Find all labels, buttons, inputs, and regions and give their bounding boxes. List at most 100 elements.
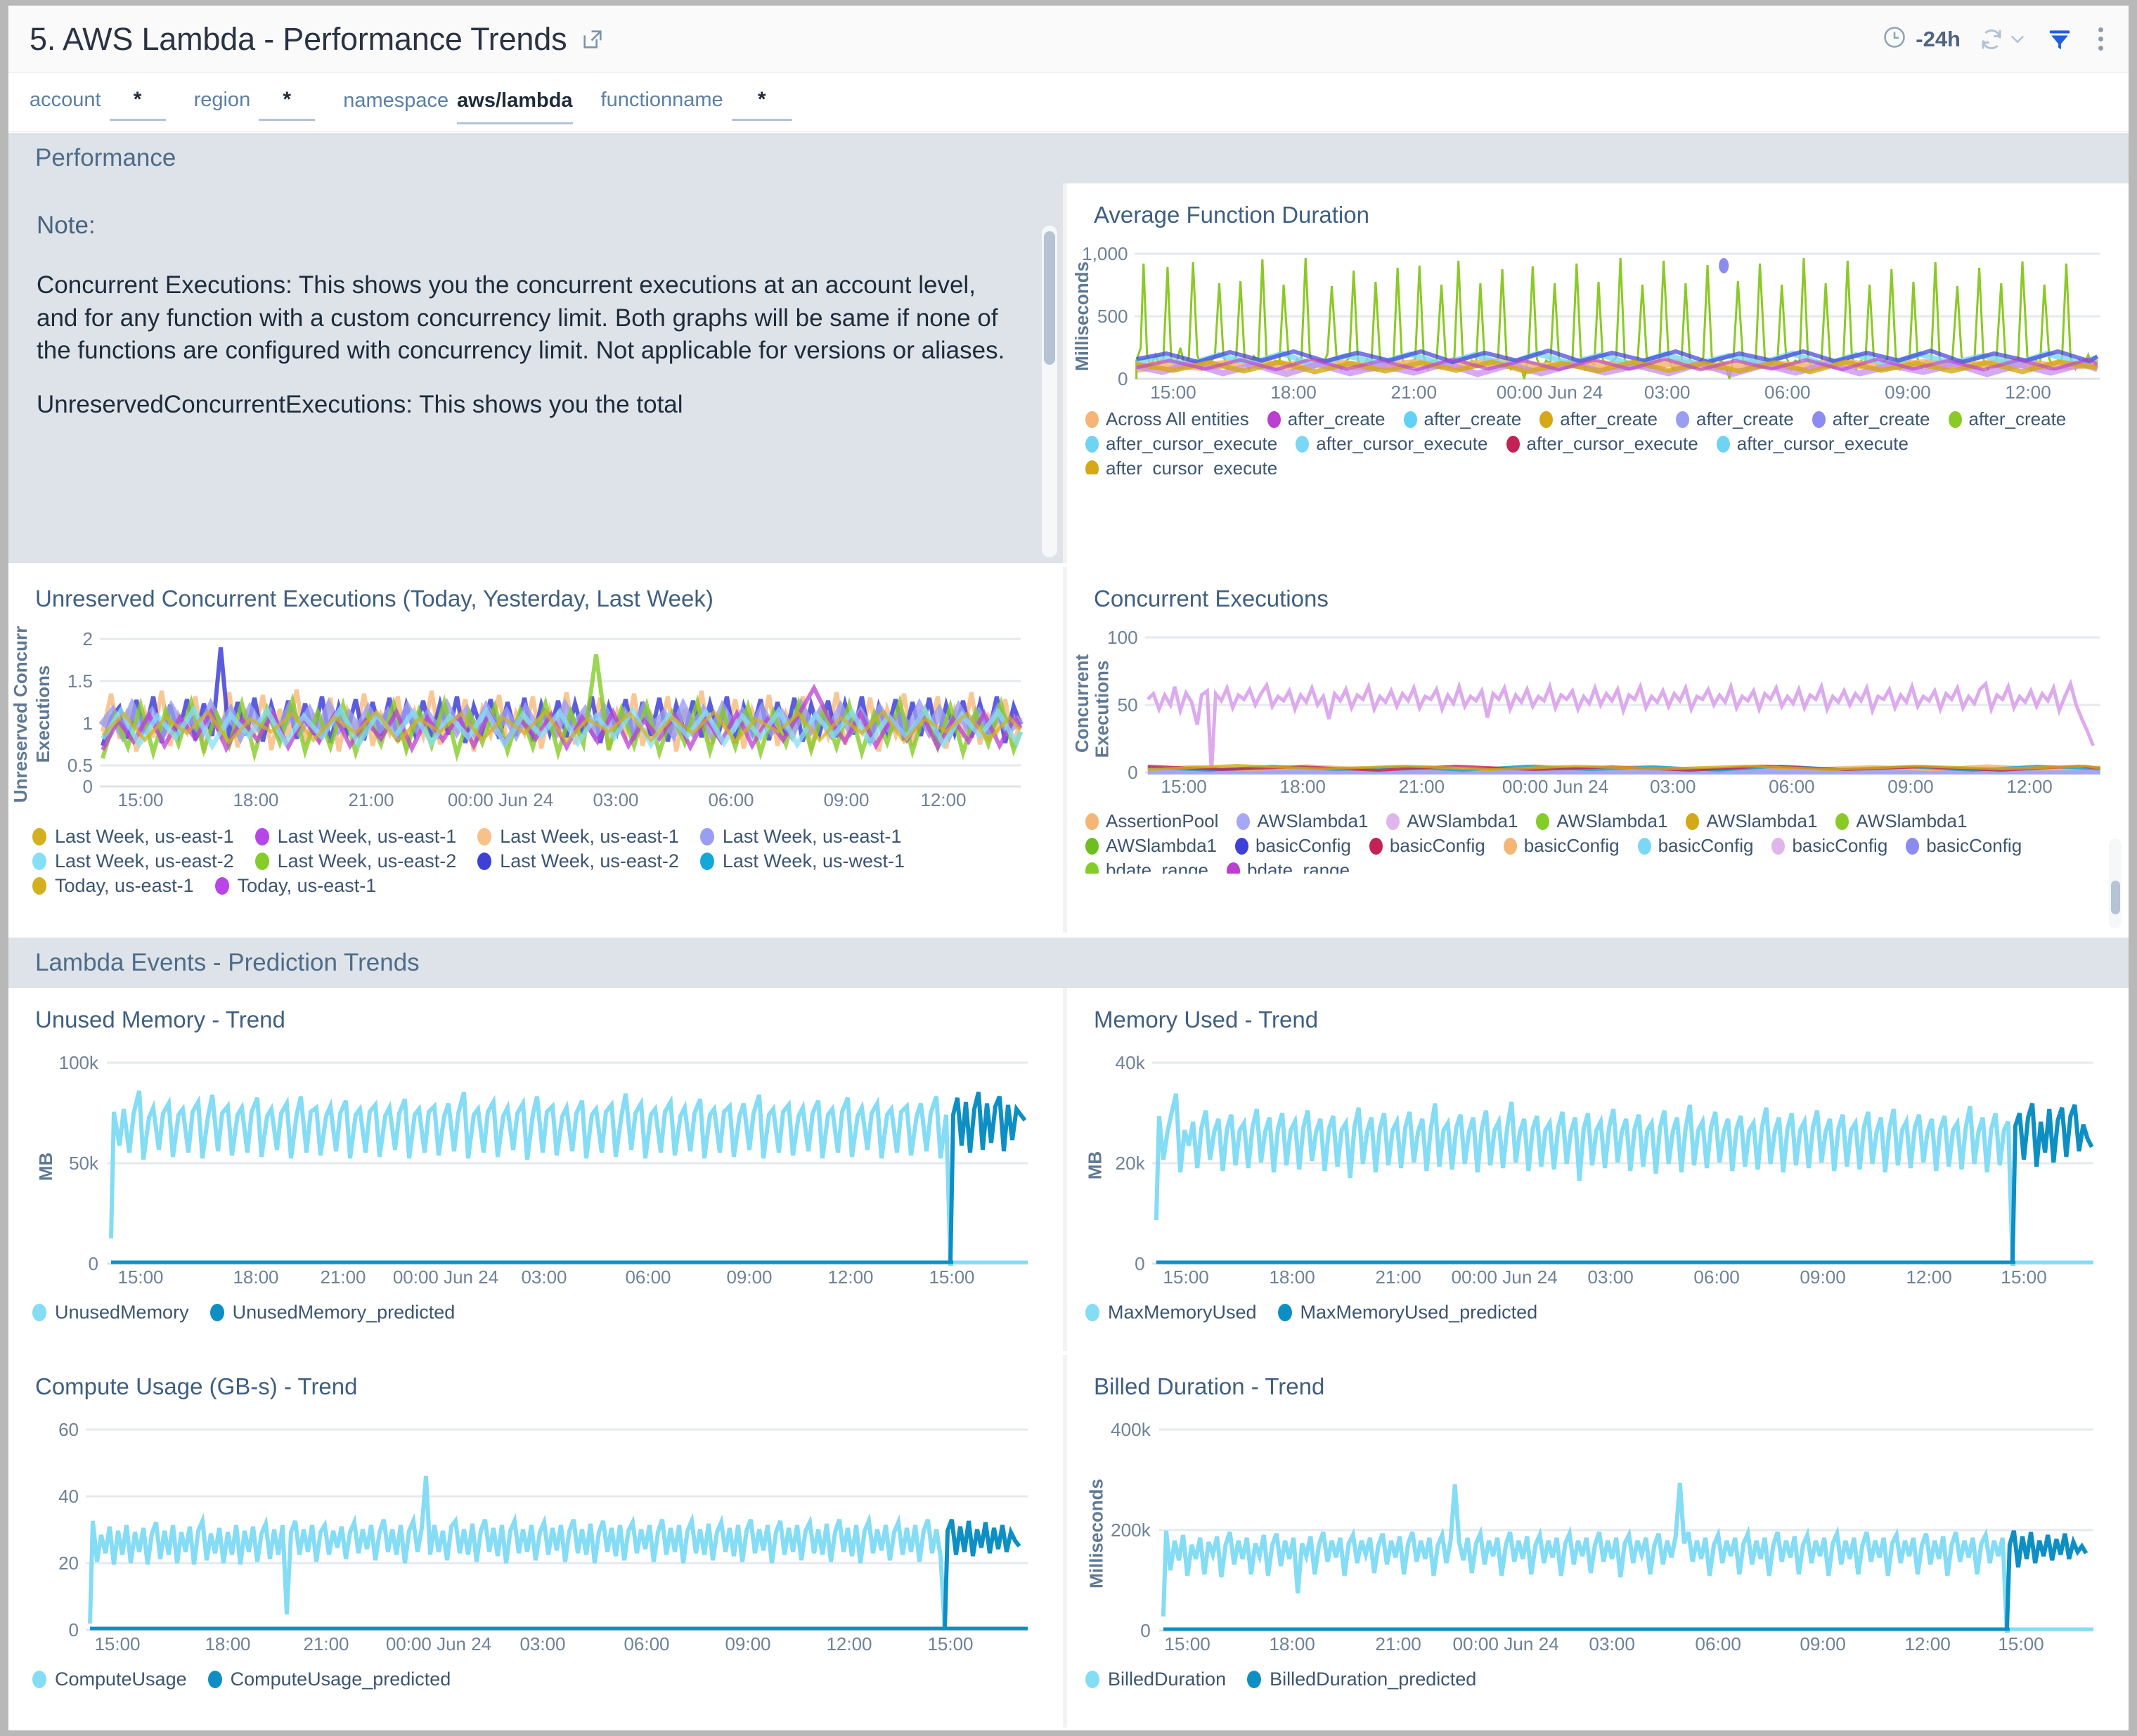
legend-item[interactable]: AWSlambda1 [1085,835,1217,857]
legend-item[interactable]: basicConfig [1771,835,1887,857]
legend-item[interactable]: after_cursor_execute [1085,433,1277,455]
svg-text:0: 0 [1135,1253,1145,1274]
legend-item[interactable]: Last Week, us-west-1 [700,850,905,872]
filter-region[interactable]: region * [194,89,316,121]
chart-concurrent-executions[interactable]: 100 50 0 Concurrent Executions [1067,626,2129,803]
note-body: Concurrent Executions: This shows you th… [37,269,1014,421]
svg-text:15:00: 15:00 [1163,1267,1208,1288]
svg-text:50k: 50k [69,1153,99,1174]
outlier-point [1719,258,1729,273]
note-heading: Note: [37,212,1014,240]
note-scrollbar[interactable] [1042,226,1057,557]
legend-item[interactable]: basicConfig [1504,835,1620,857]
chart-memory-used-trend[interactable]: 40k 20k 0 MB 15:00 18:00 21:00 [1067,1047,2129,1293]
legend-item[interactable]: basicConfig [1638,835,1754,857]
legend-color-swatch [1085,862,1099,874]
kebab-menu-icon[interactable] [2091,25,2110,53]
chart-unreserved-concurrent-executions[interactable]: 2 1.5 1 0.5 0 Unreserved Concurrent Exec… [8,626,1063,816]
legend-item[interactable]: Last Week, us-east-2 [32,850,234,872]
series-line [1156,1094,2015,1264]
legend-label: BilledDuration [1108,1669,1226,1690]
legend-item[interactable]: Last Week, us-east-1 [32,826,234,848]
legend-item[interactable]: AssertionPool [1085,810,1218,832]
chart-unused-memory-trend[interactable]: 100k 50k 0 MB 15:00 18:00 21:00 [8,1047,1063,1293]
section-performance-header[interactable]: Performance [8,132,2129,183]
legend-scrollbar[interactable] [2109,838,2122,928]
legend-item[interactable]: after_create [1812,408,1930,430]
legend-label: after_create [1969,408,2067,430]
legend-item[interactable]: MaxMemoryUsed_predicted [1278,1302,1538,1323]
legend-label: after_create [1288,408,1386,430]
legend-unused-memory-trend: UnusedMemory UnusedMemory_predicted [8,1293,1063,1323]
legend-item[interactable]: ComputeUsage_predicted [208,1669,451,1690]
legend-item[interactable]: after_cursor_execute [1296,433,1487,455]
legend-label: after_cursor_execute [1527,433,1698,455]
filter-namespace[interactable]: namespace aws/lambda [343,89,572,124]
legend-item[interactable]: after_create [1676,408,1794,430]
legend-item[interactable]: bdate_range [1085,860,1208,874]
legend-item[interactable]: after_cursor_execute [1085,458,1277,474]
legend-color-swatch [32,828,46,846]
legend-item[interactable]: BilledDuration [1085,1669,1226,1690]
y-axis-title-line2: Executions [1091,661,1112,758]
x-axis-ticklabels: 15:00 18:00 21:00 00:00 Jun 24 03:00 06:… [1163,1267,2046,1288]
svg-text:18:00: 18:00 [233,789,278,810]
legend-item[interactable]: UnusedMemory_predicted [210,1302,456,1323]
legend-label: MaxMemoryUsed [1108,1302,1257,1323]
filter-account-label: account [30,89,101,112]
legend-item[interactable]: AWSlambda1 [1386,810,1518,832]
filter-namespace-value: aws/lambda [457,89,572,112]
legend-item[interactable]: AWSlambda1 [1536,810,1667,832]
filter-account[interactable]: account * [30,89,166,121]
legend-item[interactable]: after_create [1949,408,2067,430]
time-range-label: -24h [1916,27,1961,52]
legend-color-swatch [1085,460,1099,475]
legend-item[interactable]: after_create [1404,408,1522,430]
legend-item[interactable]: after_cursor_execute [1506,433,1698,455]
legend-item[interactable]: bdate_range [1227,860,1350,874]
legend-item[interactable]: after_create [1267,408,1386,430]
legend-label: basicConfig [1792,835,1887,857]
legend-item[interactable]: UnusedMemory [32,1302,189,1323]
svg-text:200k: 200k [1111,1520,1151,1541]
svg-text:00:00 Jun 24: 00:00 Jun 24 [393,1267,498,1288]
legend-item[interactable]: Today, us-east-1 [215,875,377,897]
legend-item[interactable]: Last Week, us-east-2 [477,850,679,872]
svg-text:18:00: 18:00 [1279,776,1325,797]
legend-item[interactable]: basicConfig [1235,835,1351,857]
svg-text:03:00: 03:00 [1644,382,1690,403]
y-axis-ticklabels: 60 40 20 0 [58,1419,79,1640]
legend-item[interactable]: basicConfig [1369,835,1485,857]
svg-text:12:00: 12:00 [1906,1267,1951,1288]
legend-item[interactable]: AWSlambda1 [1835,810,1967,832]
filter-functionname[interactable]: functionname * [601,89,792,121]
refresh-icon[interactable] [1979,27,2004,52]
legend-item[interactable]: Last Week, us-east-1 [700,826,902,848]
legend-label: AWSlambda1 [1106,835,1217,857]
legend-item[interactable]: BilledDuration_predicted [1247,1669,1476,1690]
legend-item[interactable]: basicConfig [1906,835,2022,857]
legend-item[interactable]: MaxMemoryUsed [1085,1302,1257,1323]
chevron-down-icon[interactable] [2007,29,2028,50]
legend-item[interactable]: after_cursor_execute [1717,433,1909,455]
legend-item[interactable]: Today, us-east-1 [32,875,194,897]
legend-item[interactable]: ComputeUsage [32,1669,187,1690]
legend-item[interactable]: Last Week, us-east-1 [255,826,457,848]
chart-compute-usage-trend[interactable]: 60 40 20 0 15:00 18:00 21:00 00:0 [8,1414,1063,1660]
legend-item[interactable]: Across All entities [1085,408,1249,430]
legend-item[interactable]: AWSlambda1 [1237,810,1368,832]
svg-text:20: 20 [58,1553,79,1574]
legend-item[interactable]: AWSlambda1 [1686,810,1817,832]
share-external-icon[interactable] [581,27,605,51]
filter-icon[interactable] [2046,26,2073,53]
svg-text:40k: 40k [1116,1052,1146,1073]
chart-billed-duration-trend[interactable]: 400k 200k 0 Milliseconds 15:00 18:00 [1067,1414,2129,1660]
legend-item[interactable]: after_create [1539,408,1658,430]
legend-item[interactable]: Last Week, us-east-1 [477,826,679,848]
series-lines [1163,1483,2093,1631]
section-lambda-events-header[interactable]: Lambda Events - Prediction Trends [8,937,2129,988]
time-range-picker[interactable]: -24h [1882,25,1961,53]
chart-average-function-duration[interactable]: 1,000 500 0 Milliseconds [1067,242,2129,404]
svg-text:18:00: 18:00 [205,1633,250,1654]
legend-item[interactable]: Last Week, us-east-2 [255,850,457,872]
